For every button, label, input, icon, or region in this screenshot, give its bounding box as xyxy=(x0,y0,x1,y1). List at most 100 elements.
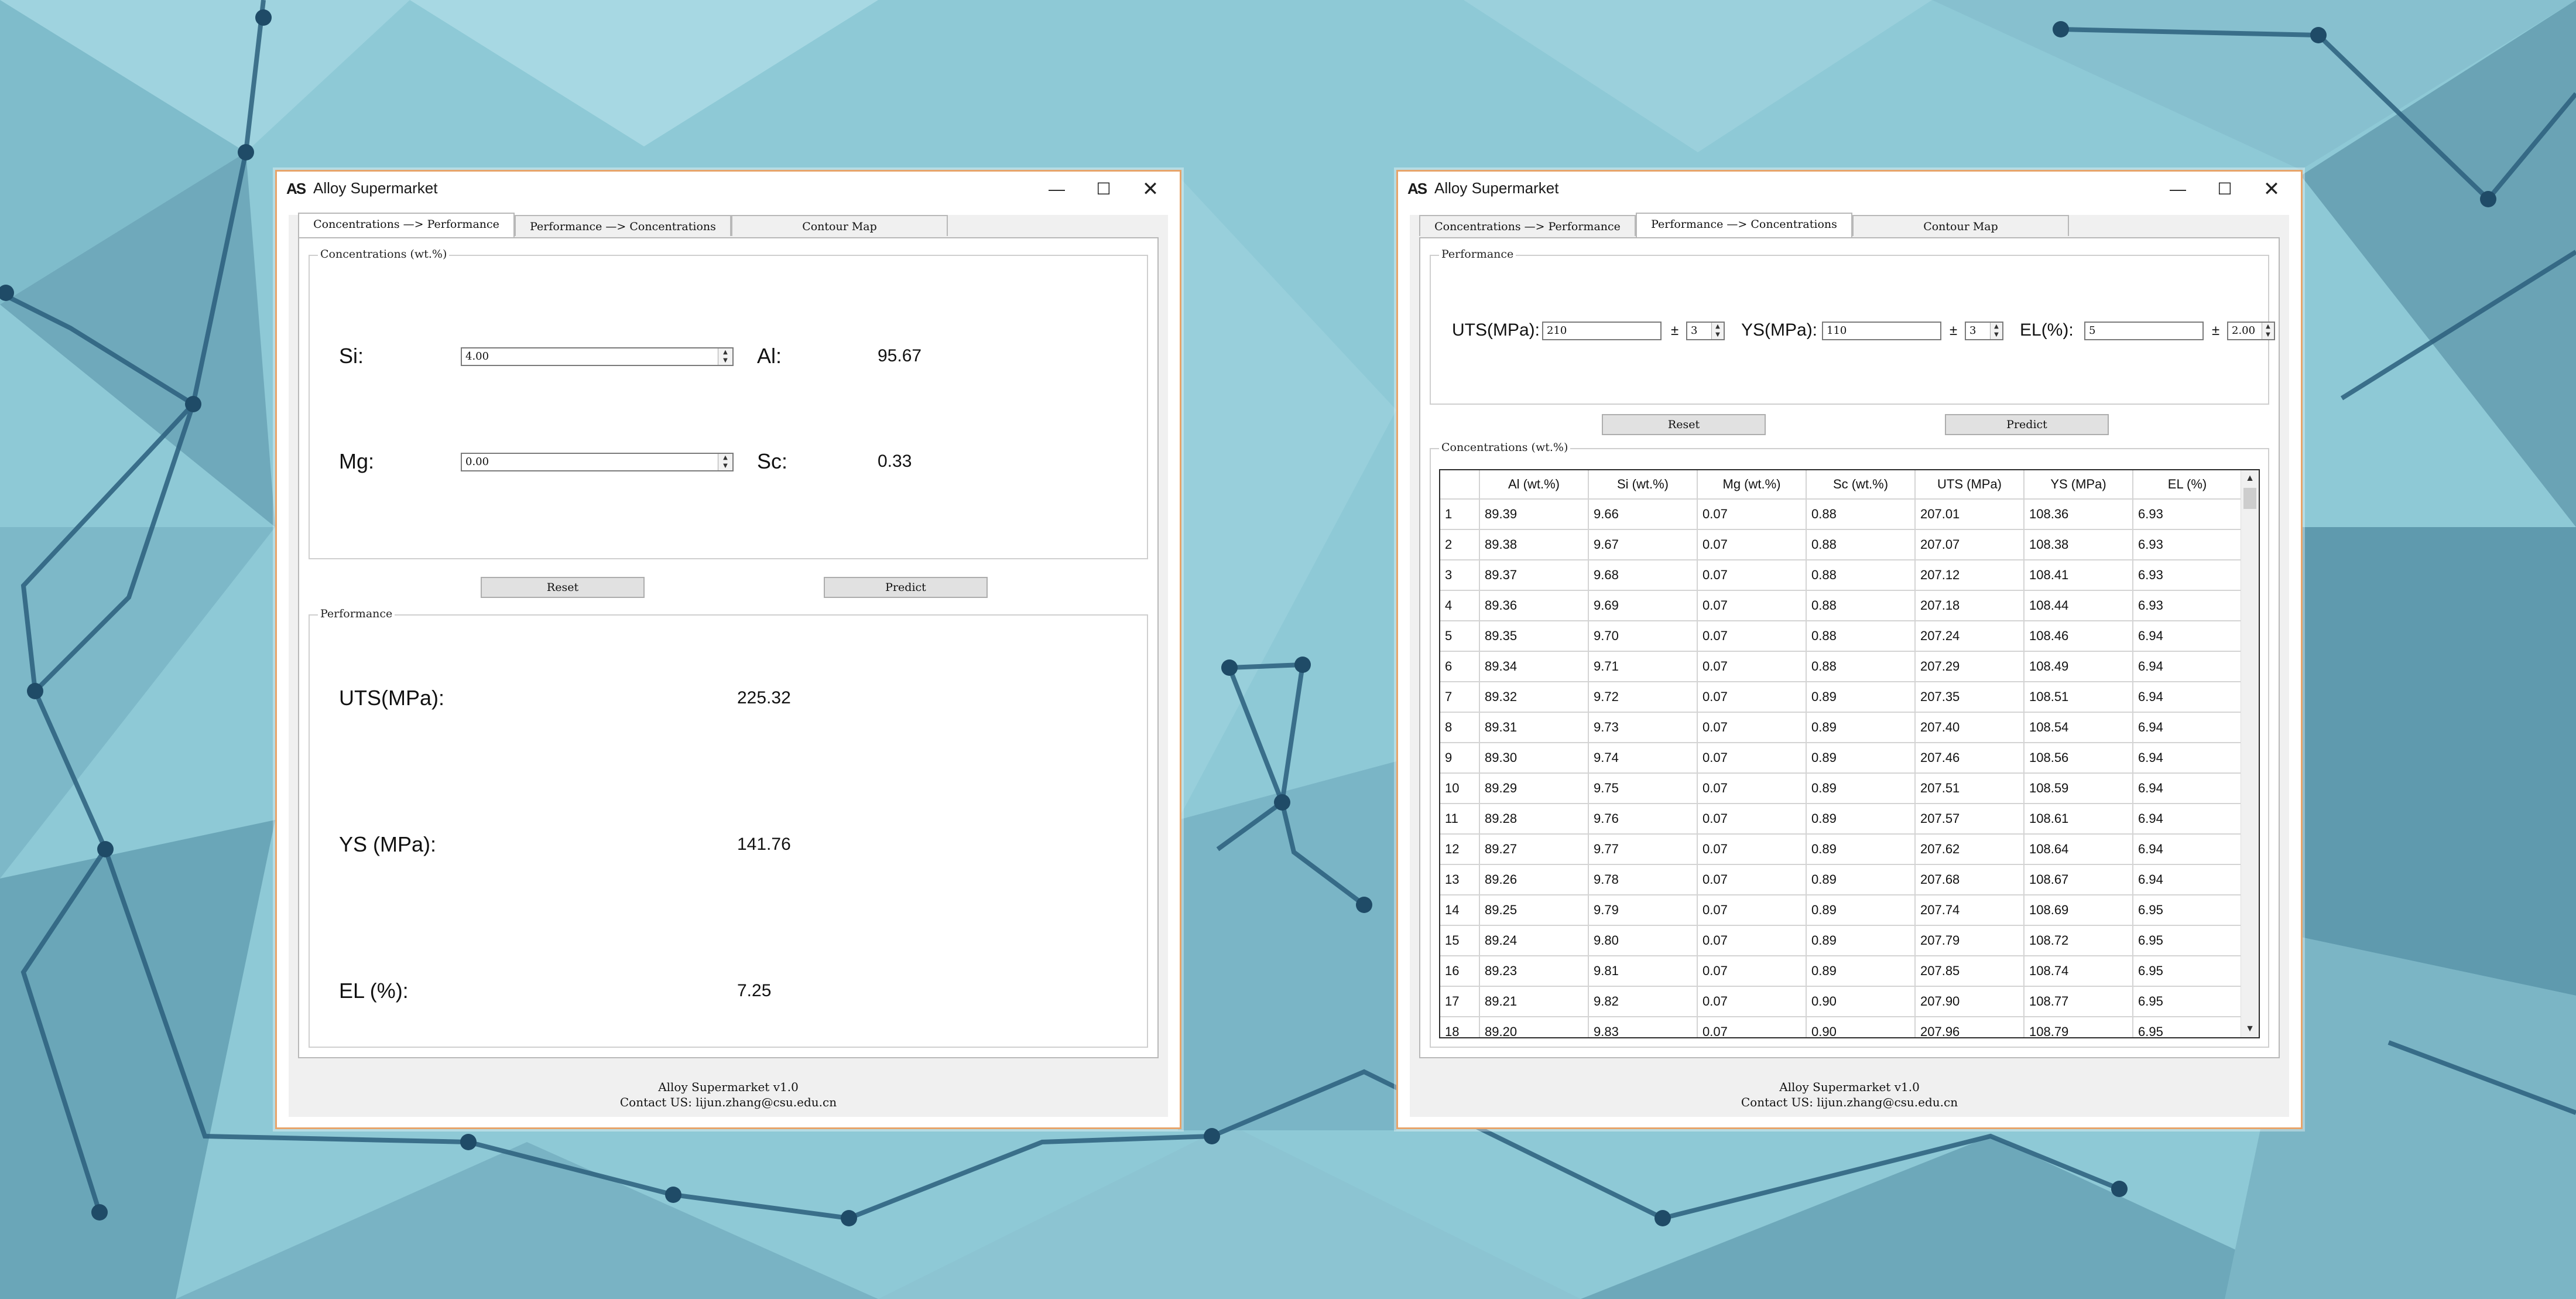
table-row[interactable]: 16 89.23 9.81 0.07 0.89 207.85 108.74 6.95 xyxy=(1440,956,2242,987)
table-cell[interactable]: 207.85 xyxy=(1915,956,2025,987)
table-cell[interactable]: 89.23 xyxy=(1479,956,1589,987)
table-cell[interactable]: 0.90 xyxy=(1806,986,1916,1017)
reset-button[interactable]: Reset xyxy=(481,577,645,598)
table-cell[interactable]: 0.07 xyxy=(1697,560,1807,591)
table-cell[interactable]: 0.07 xyxy=(1697,895,1807,926)
spin-up-icon[interactable]: ▲ xyxy=(1991,323,2002,331)
spin-down-icon[interactable]: ▼ xyxy=(1712,331,1724,339)
table-cell[interactable]: 6.93 xyxy=(2133,529,2242,560)
table-cell[interactable]: 0.07 xyxy=(1697,986,1807,1017)
table-cell[interactable]: 0.07 xyxy=(1697,804,1807,835)
table-cell[interactable]: 0.07 xyxy=(1697,712,1807,743)
table-row[interactable]: 11 89.28 9.76 0.07 0.89 207.57 108.61 6.94 xyxy=(1440,804,2242,835)
table-cell[interactable]: 207.51 xyxy=(1915,773,2025,804)
table-cell[interactable]: 0.07 xyxy=(1697,864,1807,895)
table-cell[interactable]: 0.89 xyxy=(1806,895,1916,926)
table-cell[interactable]: 207.46 xyxy=(1915,743,2025,774)
table-cell[interactable]: 0.89 xyxy=(1806,682,1916,713)
table-row[interactable]: 4 89.36 9.69 0.07 0.88 207.18 108.44 6.93 xyxy=(1440,590,2242,621)
table-cell[interactable]: 207.35 xyxy=(1915,682,2025,713)
table-cell[interactable]: 9.72 xyxy=(1588,682,1698,713)
table-row[interactable]: 6 89.34 9.71 0.07 0.88 207.29 108.49 6.94 xyxy=(1440,651,2242,682)
table-cell[interactable]: 207.40 xyxy=(1915,712,2025,743)
table-cell[interactable]: 0.07 xyxy=(1697,773,1807,804)
table-row[interactable]: 14 89.25 9.79 0.07 0.89 207.74 108.69 6.95 xyxy=(1440,895,2242,926)
table-cell[interactable]: 207.24 xyxy=(1915,621,2025,652)
table-cell[interactable]: 9.76 xyxy=(1588,804,1698,835)
table-cell[interactable]: 6.95 xyxy=(2133,986,2242,1017)
table-cell[interactable]: 0.89 xyxy=(1806,773,1916,804)
table-cell[interactable]: 108.77 xyxy=(2024,986,2133,1017)
el-target-input[interactable]: 5 xyxy=(2084,322,2204,340)
spin-down-icon[interactable]: ▼ xyxy=(1991,331,2002,339)
table-cell[interactable]: 0.88 xyxy=(1806,560,1916,591)
table-cell[interactable]: 0.89 xyxy=(1806,804,1916,835)
scrollbar-thumb[interactable] xyxy=(2243,488,2256,509)
table-cell[interactable]: 108.56 xyxy=(2024,743,2133,774)
table-cell[interactable]: 9.83 xyxy=(1588,1017,1698,1037)
spin-up-icon[interactable]: ▲ xyxy=(1712,323,1724,331)
table-cell[interactable]: 9.68 xyxy=(1588,560,1698,591)
table-cell[interactable]: 9.77 xyxy=(1588,834,1698,865)
table-cell[interactable]: 9.82 xyxy=(1588,986,1698,1017)
table-cell[interactable]: 6.93 xyxy=(2133,560,2242,591)
table-cell[interactable]: 6.94 xyxy=(2133,621,2242,652)
table-cell[interactable]: 207.79 xyxy=(1915,925,2025,956)
ys-tolerance-spinbox[interactable]: 3 ▲ ▼ xyxy=(1965,322,2003,340)
predict-button[interactable]: Predict xyxy=(824,577,988,598)
table-cell[interactable]: 9.75 xyxy=(1588,773,1698,804)
minimize-button[interactable]: — xyxy=(2154,172,2201,207)
el-tol-arrows[interactable]: ▲ ▼ xyxy=(2262,323,2274,339)
table-cell[interactable]: 9.66 xyxy=(1588,499,1698,530)
table-cell[interactable]: 207.90 xyxy=(1915,986,2025,1017)
table-cell[interactable]: 0.07 xyxy=(1697,1017,1807,1037)
table-cell[interactable]: 89.26 xyxy=(1479,864,1589,895)
table-cell[interactable]: 207.57 xyxy=(1915,804,2025,835)
table-cell[interactable]: 0.89 xyxy=(1806,712,1916,743)
table-cell[interactable]: 6.94 xyxy=(2133,743,2242,774)
close-button[interactable]: ✕ xyxy=(1127,172,1174,207)
table-cell[interactable]: 89.35 xyxy=(1479,621,1589,652)
spin-up-icon[interactable]: ▲ xyxy=(718,454,732,462)
tab-contour-map[interactable]: Contour Map xyxy=(731,215,948,236)
table-cell[interactable]: 89.25 xyxy=(1479,895,1589,926)
table-cell[interactable]: 108.54 xyxy=(2024,712,2133,743)
table-cell[interactable]: 207.01 xyxy=(1915,499,2025,530)
spin-up-icon[interactable]: ▲ xyxy=(718,348,732,357)
table-cell[interactable]: 9.67 xyxy=(1588,529,1698,560)
table-cell[interactable]: 0.89 xyxy=(1806,956,1916,987)
table-cell[interactable]: 9.71 xyxy=(1588,651,1698,682)
table-cell[interactable]: 89.34 xyxy=(1479,651,1589,682)
table-cell[interactable]: 108.44 xyxy=(2024,590,2133,621)
table-cell[interactable]: 6.94 xyxy=(2133,773,2242,804)
table-row[interactable]: 9 89.30 9.74 0.07 0.89 207.46 108.56 6.94 xyxy=(1440,743,2242,774)
table-cell[interactable]: 6.94 xyxy=(2133,651,2242,682)
el-tolerance-spinbox[interactable]: 2.00 ▲ ▼ xyxy=(2227,322,2275,340)
ys-target-input[interactable]: 110 xyxy=(1822,322,1941,340)
table-cell[interactable]: 89.38 xyxy=(1479,529,1589,560)
title-bar[interactable]: AS Alloy Supermarket — ☐ ✕ xyxy=(1398,172,2301,207)
column-header-ys[interactable]: YS (MPa) xyxy=(2024,470,2133,500)
table-row[interactable]: 8 89.31 9.73 0.07 0.89 207.40 108.54 6.94 xyxy=(1440,712,2242,743)
table-cell[interactable]: 89.36 xyxy=(1479,590,1589,621)
table-cell[interactable]: 108.41 xyxy=(2024,560,2133,591)
table-cell[interactable]: 207.74 xyxy=(1915,895,2025,926)
table-cell[interactable]: 89.21 xyxy=(1479,986,1589,1017)
table-cell[interactable]: 89.28 xyxy=(1479,804,1589,835)
table-cell[interactable]: 108.51 xyxy=(2024,682,2133,713)
table-cell[interactable]: 9.70 xyxy=(1588,621,1698,652)
table-cell[interactable]: 6.95 xyxy=(2133,895,2242,926)
close-button[interactable]: ✕ xyxy=(2248,172,2295,207)
column-header-sc[interactable]: Sc (wt.%) xyxy=(1806,470,1916,500)
table-cell[interactable]: 0.07 xyxy=(1697,743,1807,774)
table-cell[interactable]: 6.94 xyxy=(2133,712,2242,743)
table-row[interactable]: 13 89.26 9.78 0.07 0.89 207.68 108.67 6.94 xyxy=(1440,864,2242,895)
table-row[interactable]: 12 89.27 9.77 0.07 0.89 207.62 108.64 6.94 xyxy=(1440,834,2242,865)
title-bar[interactable]: AS Alloy Supermarket — ☐ ✕ xyxy=(277,172,1180,207)
table-cell[interactable]: 0.07 xyxy=(1697,834,1807,865)
si-spinbox[interactable]: 4.00 ▲ ▼ xyxy=(461,347,734,366)
table-cell[interactable]: 6.95 xyxy=(2133,1017,2242,1037)
table-row[interactable]: 17 89.21 9.82 0.07 0.90 207.90 108.77 6.95 xyxy=(1440,986,2242,1017)
table-cell[interactable]: 207.62 xyxy=(1915,834,2025,865)
table-cell[interactable]: 0.88 xyxy=(1806,590,1916,621)
